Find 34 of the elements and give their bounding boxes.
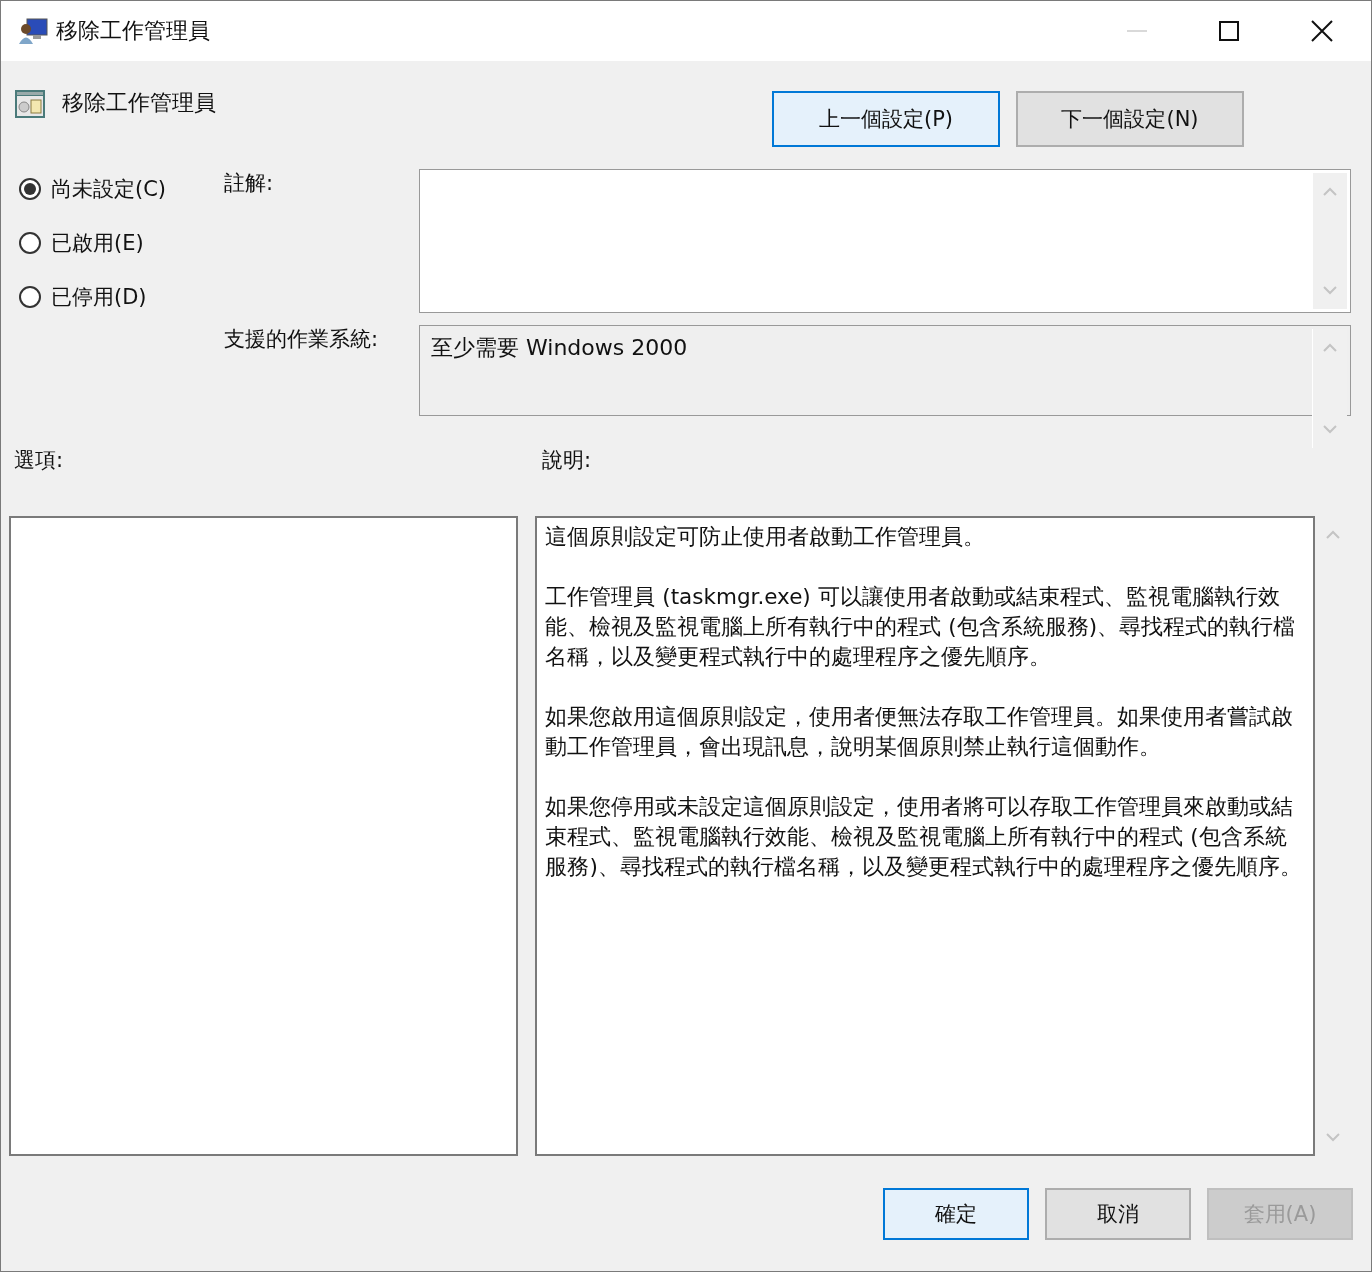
nav-button[interactable]: 下一個設定(N) <box>1016 91 1244 147</box>
scroll-down-icon[interactable] <box>1323 286 1337 295</box>
window-title: 移除工作管理員 <box>56 17 210 45</box>
radio-option[interactable]: 已停用(D) <box>19 283 224 311</box>
scroll-up-icon[interactable] <box>1323 343 1337 352</box>
nav-button[interactable]: 上一個設定(P) <box>772 91 1000 147</box>
radio-icon[interactable] <box>19 232 41 254</box>
radio-icon[interactable] <box>19 178 41 200</box>
scrollbar[interactable] <box>1313 173 1347 309</box>
radio-icon[interactable] <box>19 286 41 308</box>
scroll-down-icon[interactable] <box>1326 1133 1341 1142</box>
policy-title: 移除工作管理員 <box>62 89 216 117</box>
comment-field[interactable] <box>419 169 1351 313</box>
comment-label: 註解: <box>224 170 275 197</box>
radio-option[interactable]: 已啟用(E) <box>19 229 224 257</box>
dialog-button[interactable]: 確定 <box>883 1188 1029 1240</box>
help-paragraph: 如果您啟用這個原則設定，使用者便無法存取工作管理員。如果使用者嘗試啟動工作管理員，會出現訊息，說明某個原則禁止執行這個動作。 <box>545 703 1295 761</box>
help-paragraph: 這個原則設定可防止使用者啟動工作管理員。 <box>545 523 987 551</box>
dialog-button[interactable]: 取消 <box>1045 1188 1191 1240</box>
computer-user-icon <box>18 17 48 45</box>
help-paragraph: 工作管理員 (taskmgr.exe) 可以讓使用者啟動或結束程式、監視電腦執行效能、檢視及監視電腦上所有執行中的程式 (包含系統服務)、尋找程式的執行檔名稱，以及變更程式執行中的處理程序之優先順序。 <box>545 583 1297 671</box>
close-icon[interactable] <box>1311 20 1333 42</box>
options-label: 選項: <box>13 447 65 474</box>
supported-on-value: 至少需要 Windows 2000 <box>431 335 688 360</box>
scroll-up-icon[interactable] <box>1323 187 1337 196</box>
policy-settings-icon <box>14 87 46 119</box>
scroll-down-icon[interactable] <box>1323 425 1337 434</box>
help-paragraph: 如果您停用或未設定這個原則設定，使用者將可以存取工作管理員來啟動或結束程式、監視電腦執行效能、檢視及監視電腦上所有執行中的程式 (包含系統服務)、尋找程式的執行檔名稱，以及變更程式執行中的處理程序之優先順序。 <box>545 793 1303 881</box>
supported-on-label: 支援的作業系統: <box>224 326 380 353</box>
scroll-up-icon[interactable] <box>1326 530 1341 539</box>
maximize-icon[interactable] <box>1219 21 1239 41</box>
scrollbar[interactable] <box>1312 329 1347 448</box>
radio-option[interactable]: 尚未設定(C) <box>19 175 224 203</box>
help-label: 說明: <box>542 447 592 474</box>
